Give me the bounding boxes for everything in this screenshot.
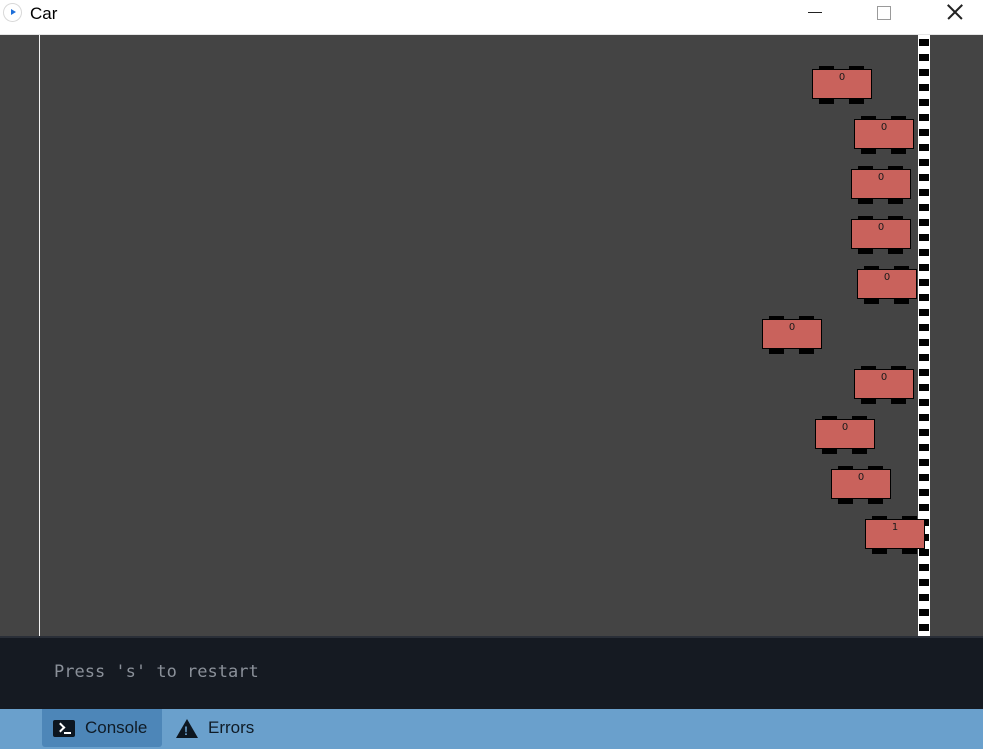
app-icon (3, 3, 22, 22)
start-line (39, 35, 40, 636)
car-label: 1 (891, 522, 899, 533)
car-label: 0 (877, 222, 885, 233)
window-title: Car (30, 4, 58, 23)
car: 0 (857, 266, 917, 304)
car: 0 (854, 116, 914, 154)
bottom-tab-bar: Console Errors (0, 709, 983, 749)
car-label: 0 (877, 172, 885, 183)
title-bar: Car (0, 0, 983, 35)
car-label: 0 (883, 272, 891, 283)
car-label: 0 (880, 122, 888, 133)
car: 0 (831, 466, 891, 504)
car: 0 (851, 166, 911, 204)
car-label: 0 (788, 322, 796, 333)
car: 0 (762, 316, 822, 354)
car-label: 0 (841, 422, 849, 433)
car: 0 (854, 366, 914, 404)
terminal-icon (53, 719, 75, 737)
tab-console-label: Console (85, 718, 148, 737)
car-label: 0 (880, 372, 888, 383)
console-message: Press 's' to restart (54, 662, 259, 682)
warning-icon (176, 718, 198, 738)
car-label: 0 (838, 72, 846, 83)
car: 0 (812, 66, 872, 104)
tab-console[interactable]: Console (42, 709, 162, 747)
minimize-button[interactable] (792, 0, 838, 30)
race-track: 0 0 0 0 0 0 0 0 0 1 (0, 35, 983, 636)
tab-errors-label: Errors (208, 718, 255, 737)
console-panel: Press 's' to restart (0, 636, 983, 709)
car: 0 (815, 416, 875, 454)
tab-errors[interactable]: Errors (176, 709, 276, 747)
car-label: 0 (857, 472, 865, 483)
maximize-button[interactable] (861, 0, 907, 30)
car: 1 (865, 516, 925, 554)
car: 0 (851, 216, 911, 254)
close-button[interactable] (931, 0, 977, 30)
